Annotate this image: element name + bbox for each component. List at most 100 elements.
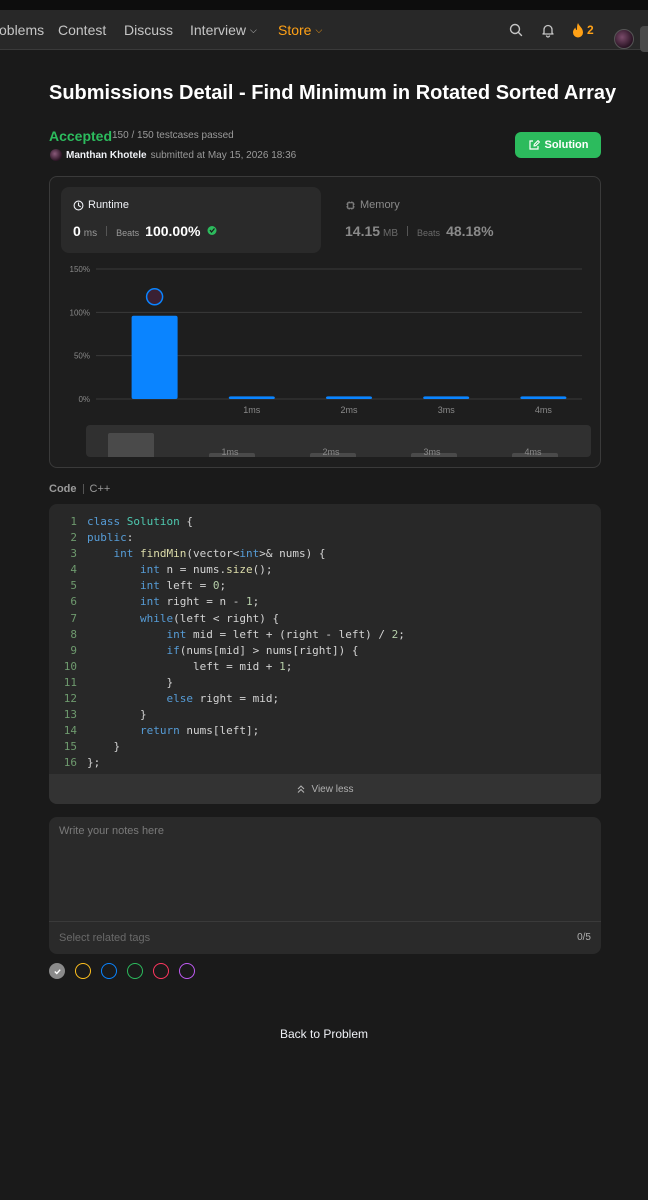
code-line: 4 int n = nums.size(); bbox=[49, 562, 601, 578]
code-text: }; bbox=[87, 756, 101, 770]
note-color-option[interactable] bbox=[101, 963, 117, 979]
y-tick-label: 50% bbox=[74, 352, 90, 361]
code-block[interactable]: 1 class Solution {2 public: 3 int findMin(v… bbox=[49, 514, 601, 772]
nav-contest[interactable]: Contest bbox=[58, 22, 106, 38]
code-text: left = mid + 1; bbox=[87, 659, 293, 673]
edit-icon bbox=[528, 140, 540, 150]
fire-icon bbox=[573, 22, 583, 37]
note-color-option[interactable] bbox=[153, 963, 169, 979]
code-text: class Solution { bbox=[87, 515, 193, 528]
line-number: 9 bbox=[70, 643, 77, 657]
chart-bar-0ms[interactable] bbox=[131, 315, 178, 399]
testcases-passed: 150 / 150 testcases passed bbox=[112, 130, 234, 141]
line-number: 15 bbox=[63, 740, 77, 754]
code-text: } bbox=[87, 708, 147, 722]
status-accepted: Accepted bbox=[49, 128, 113, 144]
check-icon bbox=[53, 968, 61, 975]
note-color-option[interactable] bbox=[49, 963, 65, 979]
premium-button[interactable] bbox=[640, 26, 648, 52]
code-line: 13 } bbox=[49, 707, 601, 723]
chevron-down-icon: ⌵ bbox=[315, 25, 323, 35]
code-line: 5 int left = 0; bbox=[49, 578, 601, 594]
line-number: 1 bbox=[70, 515, 77, 528]
line-number: 5 bbox=[70, 579, 77, 593]
x-tick-label: 2ms bbox=[340, 405, 358, 415]
tags-select[interactable]: Select related tags bbox=[59, 932, 150, 944]
note-color-option[interactable] bbox=[127, 963, 143, 979]
view-less-label: View less bbox=[311, 783, 354, 795]
code-panel[interactable]: 1 class Solution {2 public: 3 int findMin(v… bbox=[49, 504, 601, 804]
note-color-option[interactable] bbox=[75, 963, 91, 979]
nav-store-label: Store bbox=[278, 22, 312, 38]
page-title: Submissions Detail - Find Minimum in Rot… bbox=[49, 82, 617, 104]
clock-icon bbox=[73, 200, 84, 210]
notes-input[interactable]: Write your notes here bbox=[59, 825, 164, 837]
code-text: public: bbox=[87, 531, 134, 545]
chart-bar-3ms[interactable] bbox=[423, 396, 470, 399]
author-avatar[interactable] bbox=[50, 149, 62, 161]
code-line: 6 int right = n - 1; bbox=[49, 594, 601, 610]
code-line: 7 while(left < right) { bbox=[49, 611, 601, 627]
x-tick-label: 1ms bbox=[243, 405, 261, 415]
x-tick-label: 4ms bbox=[535, 405, 553, 415]
solution-button-label: Solution bbox=[544, 139, 589, 151]
code-language: C++ bbox=[89, 483, 111, 495]
line-number: 13 bbox=[63, 708, 77, 722]
code-line: 15 } bbox=[49, 739, 601, 755]
line-number: 3 bbox=[70, 547, 77, 561]
nav-discuss[interactable]: Discuss bbox=[124, 22, 173, 38]
line-number: 10 bbox=[63, 659, 77, 673]
memory-value: 14.15 bbox=[345, 223, 381, 239]
chart-bar-1ms[interactable] bbox=[228, 396, 275, 399]
author-name[interactable]: Manthan Khotele bbox=[66, 150, 147, 161]
bell-icon[interactable] bbox=[540, 22, 556, 38]
streak-counter[interactable]: 2 bbox=[572, 22, 594, 38]
code-line: 12 else right = mid; bbox=[49, 691, 601, 707]
your-submission-avatar bbox=[145, 288, 164, 306]
double-chevron-up-icon bbox=[298, 785, 305, 793]
nav-store[interactable]: Store ⌵ bbox=[278, 22, 322, 38]
minimap-label: 3ms bbox=[423, 447, 441, 457]
back-to-problem-link[interactable]: Back to Problem bbox=[0, 1027, 648, 1041]
search-icon[interactable] bbox=[508, 22, 524, 38]
navbar: oblems Contest Discuss Interview ⌵ Store ⌵… bbox=[0, 10, 648, 52]
runtime-beats-value: 100.00% bbox=[145, 223, 201, 239]
streak-count: 2 bbox=[587, 23, 594, 37]
note-color-picker bbox=[49, 963, 195, 979]
runtime-card[interactable]: Runtime 0 ms Beats 100.00% bbox=[61, 187, 321, 253]
chart-bar-4ms[interactable] bbox=[520, 396, 567, 399]
submitted-time: submitted at May 15, 2026 18:36 bbox=[150, 149, 297, 161]
nav-problems[interactable]: oblems bbox=[0, 22, 44, 38]
notes-editor[interactable]: Write your notes here Select related tag… bbox=[49, 817, 601, 954]
chart-bar-2ms[interactable] bbox=[326, 396, 372, 399]
code-line: 10 left = mid + 1; bbox=[49, 659, 601, 675]
code-line: 16}; bbox=[49, 755, 601, 771]
avatar[interactable] bbox=[614, 29, 634, 49]
leaf-icon bbox=[207, 226, 217, 235]
code-text: int left = 0; bbox=[139, 579, 227, 593]
y-tick-label: 150% bbox=[70, 265, 90, 274]
runtime-beats-label: Beats bbox=[116, 228, 140, 238]
runtime-value: 0 bbox=[73, 223, 81, 239]
line-number: 11 bbox=[63, 675, 77, 689]
code-line: 14 return nums[left]; bbox=[49, 723, 601, 739]
solution-button[interactable]: Solution bbox=[515, 132, 601, 158]
chart-range-slider[interactable]: 1ms 2ms 3ms 4ms bbox=[86, 425, 591, 457]
memory-card[interactable]: Memory 14.15 MB Beats 48.18% bbox=[333, 187, 573, 253]
view-less-button[interactable]: View less bbox=[49, 774, 601, 804]
minimap-label: 4ms bbox=[524, 447, 542, 457]
nav-interview[interactable]: Interview ⌵ bbox=[190, 22, 257, 38]
code-text: if(nums[mid] > nums[right]) { bbox=[166, 643, 359, 657]
chevron-down-icon: ⌵ bbox=[250, 25, 257, 35]
line-number: 14 bbox=[63, 724, 77, 738]
line-number: 8 bbox=[70, 627, 77, 641]
memory-beats-value: 48.18% bbox=[446, 223, 494, 239]
note-color-option[interactable] bbox=[179, 963, 195, 979]
code-text: } bbox=[87, 675, 174, 689]
line-number: 16 bbox=[63, 756, 77, 770]
code-text: return nums[left]; bbox=[139, 724, 260, 738]
runtime-label: Runtime bbox=[88, 199, 129, 211]
code-label: Code bbox=[49, 483, 77, 495]
code-line: 1 class Solution { bbox=[49, 514, 601, 530]
runtime-unit: ms bbox=[83, 228, 98, 239]
